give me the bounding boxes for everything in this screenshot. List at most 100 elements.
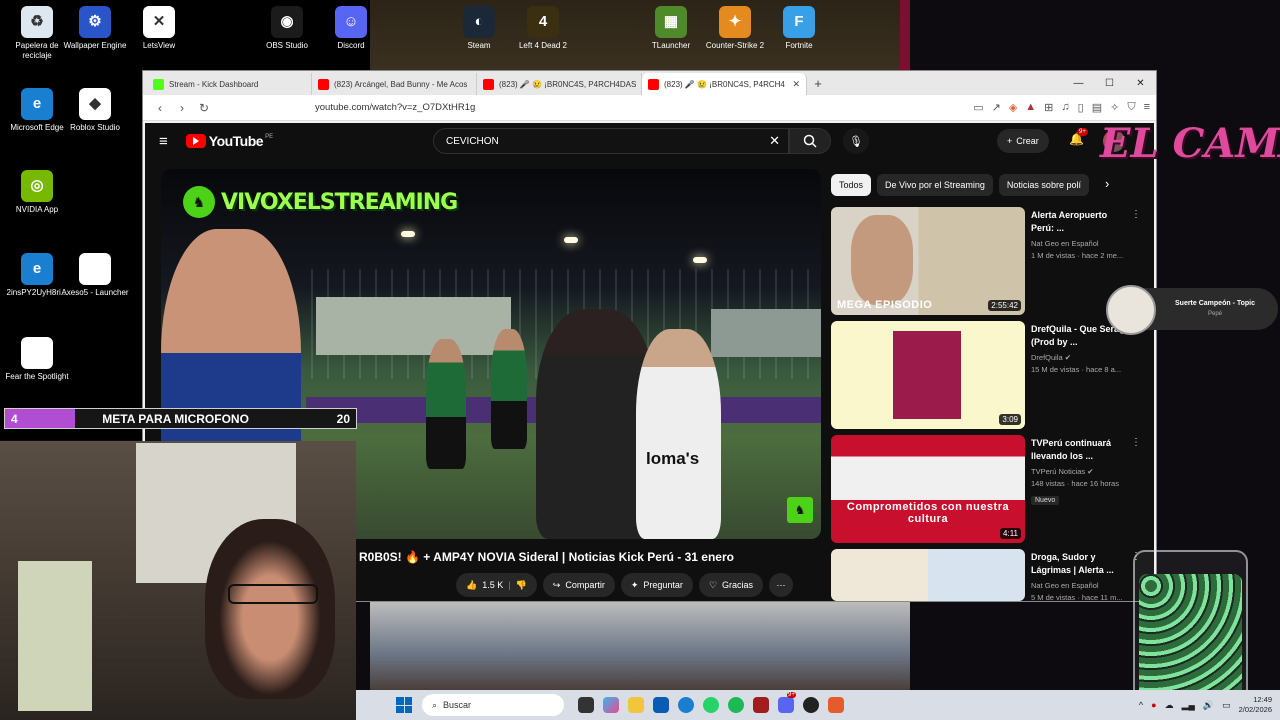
- back-icon[interactable]: ‹: [149, 101, 171, 115]
- video-thumbnail[interactable]: Comprometidos con nuestra cultura 4:11: [831, 435, 1025, 543]
- filter-chip[interactable]: De Vivo por el Streaming: [877, 174, 993, 196]
- search-button[interactable]: [789, 128, 831, 154]
- task-view-icon[interactable]: [578, 697, 594, 713]
- share-button[interactable]: ↪ Compartir: [542, 573, 615, 597]
- youtube-logo[interactable]: YouTube PE: [185, 133, 273, 149]
- windows-start-icon[interactable]: [396, 697, 412, 713]
- desktop-icon[interactable]: ◆ Roblox Studio: [58, 88, 132, 133]
- thanks-button[interactable]: ♡ Gracias: [698, 573, 764, 597]
- brave-rewards-icon[interactable]: ▲: [1025, 101, 1036, 114]
- desktop-icon[interactable]: ✕ LetsView: [122, 6, 196, 51]
- more-actions-button[interactable]: ⋯: [769, 573, 794, 597]
- file-explorer-icon[interactable]: [628, 697, 644, 713]
- tab-label: (823) 🎤 😢 ¡BR0NC4S, P4RCH4DAS: [499, 79, 637, 89]
- url-field[interactable]: youtube.com/watch?v=z_O7DXtHR1g: [315, 102, 475, 113]
- taskbar-search[interactable]: ⌕ Buscar: [422, 694, 564, 716]
- tab-label: (823) Arcángel, Bad Bunny - Me Acos: [334, 79, 468, 89]
- menu-icon[interactable]: ≡: [1144, 101, 1150, 114]
- browser-tab[interactable]: (823) Arcángel, Bad Bunny - Me Acos: [312, 73, 477, 95]
- recommendation-title[interactable]: TVPerú continuará llevando los ...: [1031, 437, 1131, 463]
- volume-icon[interactable]: 🔊: [1203, 700, 1214, 711]
- desktop-icon[interactable]: ◎ NVIDIA App: [0, 170, 74, 215]
- edge-icon[interactable]: [678, 697, 694, 713]
- video-thumbnail[interactable]: [831, 549, 1025, 601]
- recommendation-item[interactable]: MEGA EPISODIO 2:55:42 Alerta Aeropuerto Pe…: [831, 207, 1141, 315]
- vpn-icon[interactable]: ⛉: [1127, 101, 1135, 114]
- battery-icon[interactable]: ▭: [1222, 700, 1231, 711]
- system-tray: ^ ● ☁ ▂▄ 🔊 ▭ 12:49 2/02/2026: [1139, 690, 1280, 720]
- extensions-icon[interactable]: ⊞: [1044, 101, 1053, 114]
- maximize-button[interactable]: ☐: [1094, 71, 1125, 95]
- new-tab-button[interactable]: +: [807, 73, 829, 95]
- forward-icon[interactable]: ›: [171, 101, 193, 115]
- more-options-icon[interactable]: ⋮: [1131, 437, 1141, 448]
- voice-search-button[interactable]: 🎙: [843, 128, 869, 154]
- recommendation-item[interactable]: Droga, Sudor y Lágrimas | Alerta ... Nat …: [831, 549, 1141, 601]
- reload-icon[interactable]: ↻: [193, 101, 215, 115]
- hamburger-menu-icon[interactable]: ≡: [159, 133, 168, 150]
- obs-icon[interactable]: [803, 697, 819, 713]
- channel-name[interactable]: DrefQuila ✔: [1031, 352, 1131, 363]
- cast-icon[interactable]: ▭: [973, 101, 983, 114]
- filter-chip[interactable]: Todos: [831, 174, 872, 196]
- desktop-icon[interactable]: F Fortnite: [762, 6, 836, 51]
- chevron-right-icon[interactable]: ›: [1105, 176, 1109, 191]
- discord-icon[interactable]: 9+: [778, 692, 796, 713]
- desktop-icon[interactable]: ◐ Steam: [442, 6, 516, 51]
- cloud-icon[interactable]: ☁: [1165, 700, 1174, 711]
- ask-button[interactable]: ✦ Preguntar: [620, 573, 693, 597]
- share-icon[interactable]: ↗: [992, 101, 1001, 114]
- desktop-icon[interactable]: Axeso5 - Launcher: [58, 253, 132, 298]
- browser-tab[interactable]: Stream - Kick Dashboard: [147, 73, 312, 95]
- desktop-icon[interactable]: Fear the Spotlight: [0, 337, 74, 382]
- leo-icon[interactable]: ✧: [1110, 101, 1119, 114]
- recommendation-title[interactable]: Droga, Sudor y Lágrimas | Alerta ...: [1031, 551, 1131, 577]
- sidebar-icon[interactable]: ▯: [1078, 101, 1084, 114]
- network-icon[interactable]: ▂▄: [1182, 700, 1195, 711]
- desktop-icon[interactable]: ☺ Discord: [314, 6, 388, 51]
- dota-icon[interactable]: [753, 697, 769, 713]
- create-button[interactable]: + Crear: [997, 129, 1049, 153]
- wallet-icon[interactable]: ▤: [1092, 101, 1102, 114]
- channel-name[interactable]: TVPerú Noticias ✔: [1031, 466, 1131, 477]
- recording-icon[interactable]: ●: [1151, 700, 1156, 710]
- store-icon[interactable]: [653, 697, 669, 713]
- search-input[interactable]: CEVICHON ✕: [433, 128, 789, 154]
- recommendation-item[interactable]: 3:09 DrefQuila - Que Será🤔 (Prod by ... Dr…: [831, 321, 1141, 429]
- more-options-icon[interactable]: ⋮: [1131, 209, 1141, 220]
- browser-tab[interactable]: (823) 🎤 😢 ¡BR0NC4S, P4RCH4DAS: [477, 73, 642, 95]
- address-bar: ‹ › ↻ youtube.com/watch?v=z_O7DXtHR1g ▭ …: [143, 95, 1156, 121]
- goal-current: 4: [11, 411, 18, 426]
- channel-name[interactable]: Nat Geo en Español: [1031, 238, 1131, 249]
- copilot-icon[interactable]: [603, 697, 619, 713]
- desktop-icon[interactable]: ✦ Counter-Strike 2: [698, 6, 772, 51]
- toolbar-icons: ▭ ↗ ◈ ▲ ⊞ ♫ ▯ ▤ ✧ ⛉ ≡: [973, 101, 1150, 114]
- clock-time: 12:49: [1253, 695, 1272, 704]
- music-icon[interactable]: ♫: [1061, 101, 1069, 114]
- close-window-button[interactable]: ✕: [1125, 71, 1156, 95]
- desktop-icon[interactable]: ▦ TLauncher: [634, 6, 708, 51]
- recommendation-item[interactable]: Comprometidos con nuestra cultura 4:11 TVP…: [831, 435, 1141, 543]
- notifications-button[interactable]: 🔔 9+: [1069, 128, 1088, 146]
- video-thumbnail[interactable]: MEGA EPISODIO 2:55:42: [831, 207, 1025, 315]
- browser-tab[interactable]: (823) 🎤 😢 ¡BR0NC4S, P4RCH4 ✕: [642, 73, 807, 95]
- desktop-icon[interactable]: ⚙ Wallpaper Engine: [58, 6, 132, 51]
- brave-icon[interactable]: [828, 697, 844, 713]
- clock[interactable]: 12:49 2/02/2026: [1239, 695, 1272, 715]
- clear-search-icon[interactable]: ✕: [769, 133, 780, 149]
- minimize-button[interactable]: —: [1063, 71, 1094, 95]
- spotify-icon[interactable]: [728, 697, 744, 713]
- brave-shield-icon[interactable]: ◈: [1009, 101, 1017, 114]
- like-button[interactable]: 👍 1.5 K | 👎: [456, 573, 537, 597]
- desktop-icon[interactable]: ◉ OBS Studio: [250, 6, 324, 51]
- edge-shortcut-icon: e: [21, 253, 53, 285]
- channel-name[interactable]: Nat Geo en Español: [1031, 580, 1131, 591]
- thumbs-down-icon[interactable]: 👎: [516, 580, 527, 591]
- whatsapp-icon[interactable]: [703, 697, 719, 713]
- recommendation-title[interactable]: Alerta Aeropuerto Perú: ...: [1031, 209, 1131, 235]
- desktop-icon[interactable]: 4 Left 4 Dead 2: [506, 6, 580, 51]
- filter-chip[interactable]: Noticias sobre polí: [998, 174, 1089, 196]
- close-tab-icon[interactable]: ✕: [792, 79, 800, 90]
- video-thumbnail[interactable]: 3:09: [831, 321, 1025, 429]
- chevron-up-icon[interactable]: ^: [1139, 700, 1143, 710]
